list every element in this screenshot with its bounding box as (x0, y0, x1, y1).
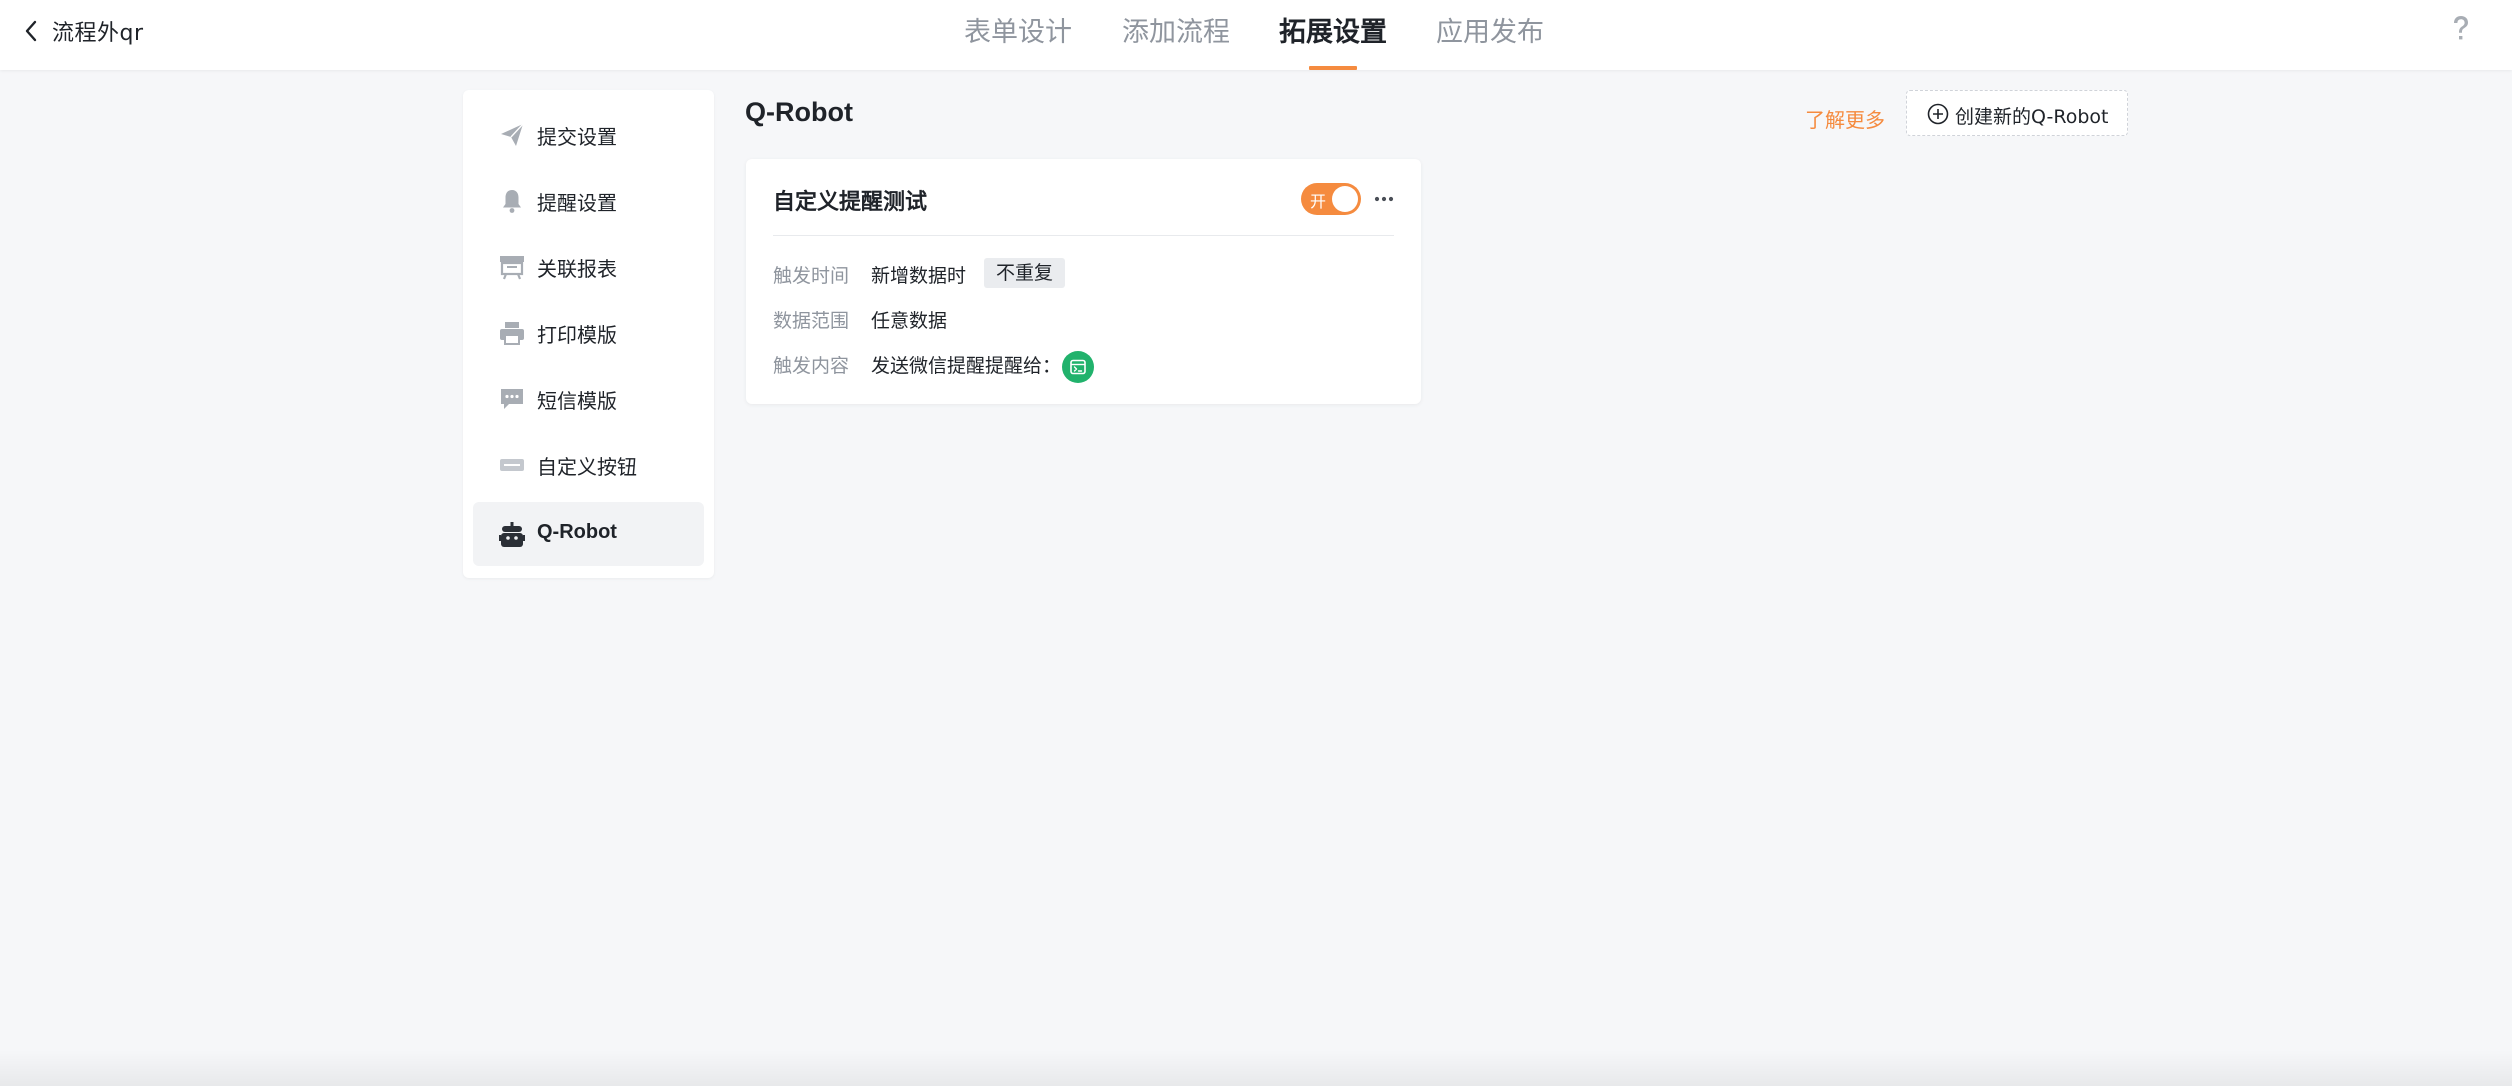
trigger-content-value: 发送微信提醒提醒给： (871, 355, 1062, 377)
bottom-shadow (0, 1050, 2512, 1086)
robot-enable-toggle[interactable]: 开 (1301, 183, 1361, 215)
sidebar-item-label: 关联报表 (537, 257, 617, 281)
trigger-time-label: 触发时间 (773, 265, 850, 287)
sidebar-item-sms-templates[interactable]: 短信模版 (473, 366, 704, 430)
report-board-icon (499, 254, 525, 280)
active-tab-indicator (1309, 66, 1357, 70)
printer-icon (499, 320, 525, 346)
robot-card: 自定义提醒测试 开 触发时间 新增数据时 不重复 数据范围 任意数据 触发内容 … (746, 159, 1421, 404)
add-circle-icon (1927, 103, 1949, 125)
tab-form-design[interactable]: 表单设计 (964, 10, 1072, 50)
sidebar-item-label: 提醒设置 (537, 191, 617, 215)
top-bar: 流程外qr 表单设计 添加流程 拓展设置 应用发布 (0, 0, 2512, 70)
trigger-time-value: 新增数据时 (871, 265, 967, 287)
sidebar-item-submit-settings[interactable]: 提交设置 (473, 102, 704, 166)
chevron-left-icon (24, 20, 38, 42)
trigger-content-label: 触发内容 (773, 355, 850, 377)
back-button[interactable]: 流程外qr (24, 13, 144, 49)
robot-card-title: 自定义提醒测试 (773, 190, 928, 215)
tab-app-publish[interactable]: 应用发布 (1436, 10, 1544, 50)
sidebar-item-custom-buttons[interactable]: 自定义按钮 (473, 432, 704, 496)
paper-plane-icon (499, 122, 525, 148)
sidebar-item-label: Q-Robot (537, 521, 617, 543)
create-robot-button[interactable]: 创建新的Q-Robot (1906, 90, 2128, 136)
learn-more-link[interactable]: 了解更多 (1805, 104, 1885, 133)
robot-icon (499, 522, 525, 548)
data-range-label: 数据范围 (773, 310, 850, 332)
tab-add-process[interactable]: 添加流程 (1122, 10, 1230, 50)
repeat-tag: 不重复 (984, 258, 1066, 288)
app-title: 流程外qr (52, 21, 144, 46)
sidebar-item-label: 提交设置 (537, 125, 617, 149)
create-button-label: 创建新的Q-Robot (1955, 106, 2109, 128)
data-range-value: 任意数据 (871, 310, 948, 332)
toggle-label: 开 (1310, 192, 1327, 211)
toggle-knob (1332, 186, 1358, 212)
sidebar-item-q-robot[interactable]: Q-Robot (473, 502, 704, 566)
settings-sidebar: 提交设置 提醒设置 关联报表 打印模版 短信模版 自定义按钮 Q-Robot (463, 90, 714, 578)
custom-button-icon (499, 452, 525, 478)
sidebar-item-label: 打印模版 (537, 323, 617, 347)
card-divider (773, 235, 1394, 236)
tab-extension-settings[interactable]: 拓展设置 (1279, 10, 1387, 50)
more-options-icon[interactable] (1372, 187, 1396, 211)
sidebar-item-label: 自定义按钮 (537, 455, 637, 479)
bell-icon (499, 188, 525, 214)
chat-bubble-icon (499, 386, 525, 412)
question-mark-icon[interactable] (2447, 14, 2475, 44)
sidebar-item-linked-reports[interactable]: 关联报表 (473, 234, 704, 298)
sidebar-item-print-templates[interactable]: 打印模版 (473, 300, 704, 364)
sidebar-item-label: 短信模版 (537, 389, 617, 413)
page-title: Q-Robot (745, 97, 853, 127)
sidebar-item-reminder-settings[interactable]: 提醒设置 (473, 168, 704, 232)
wechat-avatar-icon (1062, 351, 1094, 383)
